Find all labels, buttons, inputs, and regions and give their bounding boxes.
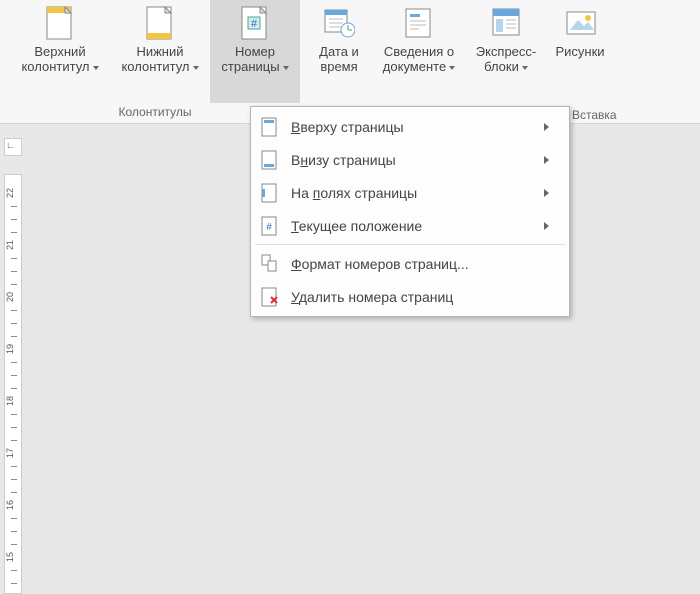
doc-info-button[interactable]: Сведения о документе xyxy=(373,0,465,103)
chevron-down-icon xyxy=(283,66,289,70)
submenu-arrow-icon xyxy=(544,123,549,131)
menu-label: Внизу страницы xyxy=(291,152,536,168)
doc-info-label-2: документе xyxy=(383,59,446,74)
date-time-button[interactable]: Дата и время xyxy=(305,0,373,103)
footer-button[interactable]: Нижний колонтитул xyxy=(110,0,210,103)
menu-label: На полях страницы xyxy=(291,185,536,201)
date-time-label-1: Дата и xyxy=(319,44,359,59)
header-icon xyxy=(44,4,76,42)
ruler-tick: 16 xyxy=(5,500,21,510)
header-label-2: колонтитул xyxy=(21,59,89,74)
vertical-ruler[interactable]: 22 21 20 19 18 17 16 15 xyxy=(4,174,22,594)
quick-parts-icon xyxy=(490,4,522,42)
picture-icon xyxy=(564,4,596,42)
group-label-insert: Вставка xyxy=(572,108,617,122)
menu-item-current-position[interactable]: # Текущее положение xyxy=(251,209,569,242)
margins-icon xyxy=(259,182,281,204)
svg-text:#: # xyxy=(266,222,272,233)
current-pos-icon: # xyxy=(259,215,281,237)
ruler-tick: 20 xyxy=(5,292,21,302)
menu-label: Текущее положение xyxy=(291,218,536,234)
quick-parts-label-1: Экспресс- xyxy=(476,44,537,59)
pictures-button[interactable]: Рисунки xyxy=(547,0,613,103)
header-label-1: Верхний xyxy=(34,44,85,59)
quick-parts-label-2: блоки xyxy=(484,59,519,74)
submenu-arrow-icon xyxy=(544,156,549,164)
svg-text:#: # xyxy=(251,18,258,30)
group-insert: Дата и время Сведения о документе xyxy=(305,0,613,123)
top-page-icon xyxy=(259,116,281,138)
doc-info-icon xyxy=(403,4,435,42)
submenu-arrow-icon xyxy=(544,189,549,197)
chevron-down-icon xyxy=(522,66,528,70)
menu-item-top-of-page[interactable]: Вверху страницы xyxy=(251,110,569,143)
header-button[interactable]: Верхний колонтитул xyxy=(10,0,110,103)
ruler-corner: ∟ xyxy=(4,138,22,156)
date-time-label-2: время xyxy=(320,59,357,74)
ruler-tick: 22 xyxy=(5,188,21,198)
calendar-clock-icon xyxy=(323,4,355,42)
doc-info-label-1: Сведения о xyxy=(384,44,454,59)
page-number-icon: # xyxy=(239,4,271,42)
menu-label: Удалить номера страниц xyxy=(291,289,549,305)
footer-label-1: Нижний xyxy=(136,44,183,59)
group-header-footer: Верхний колонтитул Нижний колонтитул # xyxy=(0,0,300,123)
chevron-down-icon xyxy=(449,66,455,70)
bottom-page-icon xyxy=(259,149,281,171)
format-icon xyxy=(259,253,281,275)
chevron-down-icon xyxy=(93,66,99,70)
page-number-button[interactable]: # Номер страницы xyxy=(210,0,300,103)
submenu-arrow-icon xyxy=(544,222,549,230)
footer-label-2: колонтитул xyxy=(121,59,189,74)
footer-icon xyxy=(144,4,176,42)
ruler-tick: 17 xyxy=(5,448,21,458)
page-number-menu: Вверху страницы Внизу страницы На полях … xyxy=(250,106,570,317)
page-number-label-1: Номер xyxy=(235,44,275,59)
ruler-tick: 15 xyxy=(5,552,21,562)
remove-icon xyxy=(259,286,281,308)
pictures-label: Рисунки xyxy=(555,44,604,59)
menu-item-bottom-of-page[interactable]: Внизу страницы xyxy=(251,143,569,176)
chevron-down-icon xyxy=(193,66,199,70)
menu-label: Вверху страницы xyxy=(291,119,536,135)
menu-item-remove-page-numbers[interactable]: Удалить номера страниц xyxy=(251,280,569,313)
quick-parts-button[interactable]: Экспресс- блоки xyxy=(465,0,547,103)
ruler-tick: 19 xyxy=(5,344,21,354)
menu-item-page-margins[interactable]: На полях страницы xyxy=(251,176,569,209)
menu-label: Формат номеров страниц... xyxy=(291,256,549,272)
menu-item-format-page-numbers[interactable]: Формат номеров страниц... xyxy=(251,247,569,280)
ruler-tick: 21 xyxy=(5,240,21,250)
ruler-tick: 18 xyxy=(5,396,21,406)
menu-separator xyxy=(255,244,565,245)
page-number-label-2: страницы xyxy=(221,59,279,74)
